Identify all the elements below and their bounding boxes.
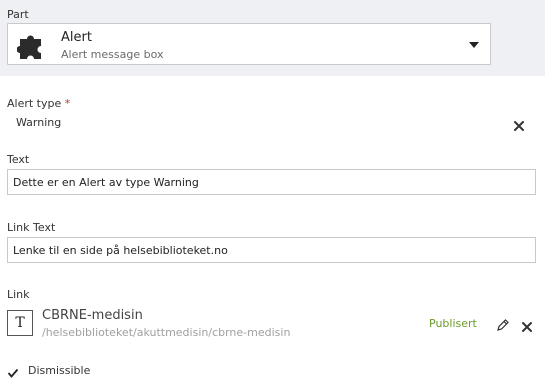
part-dropdown[interactable]: Alert Alert message box [7,23,491,65]
part-selected-subtitle: Alert message box [61,48,164,61]
dismissible-checkbox[interactable] [7,364,19,378]
required-mark: * [64,97,71,110]
text-label: Text [7,153,30,166]
remove-link-button[interactable] [521,318,533,332]
alert-type-value: Warning [16,116,62,129]
part-selected-title: Alert [61,30,92,45]
pencil-icon [497,319,509,331]
dismissible-label: Dismissible [28,364,91,377]
link-text-label: Link Text [7,221,56,234]
part-label: Part [7,8,29,21]
close-icon [514,121,524,131]
status-badge: Publisert [429,317,477,330]
puzzle-icon [16,30,47,60]
link-path: /helsebiblioteket/akuttmedisin/cbrne-med… [42,326,291,339]
part-panel: Part Alert Alert message box [0,0,545,76]
close-icon [522,322,532,332]
clear-alert-type-button[interactable] [513,117,525,131]
link-text-input[interactable] [7,237,536,263]
alert-type-label-text: Alert type [7,97,62,110]
link-title[interactable]: CBRNE-medisin [42,308,143,323]
chevron-down-icon[interactable] [469,42,479,48]
checkmark-icon [7,368,19,378]
link-label: Link [7,288,30,301]
alert-type-label: Alert type * [7,97,70,110]
edit-link-button[interactable] [496,317,510,331]
text-input[interactable] [7,169,536,195]
content-type-icon: T [7,310,33,336]
